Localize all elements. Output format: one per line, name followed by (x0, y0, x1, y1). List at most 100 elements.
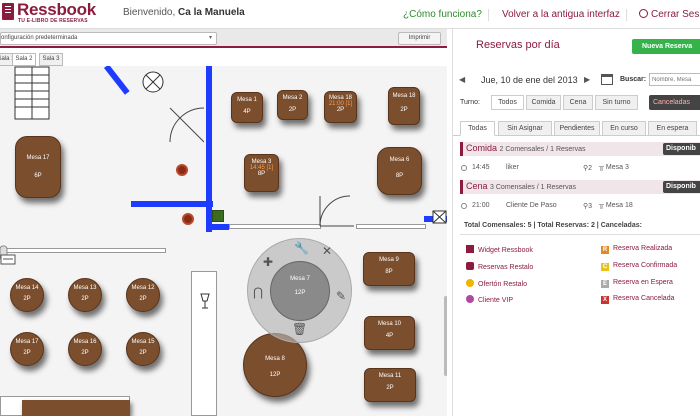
status-r-icon: R (601, 246, 609, 254)
logo-tagline: TU E-LIBRO DE RESERVAS (18, 18, 88, 24)
legend-widget: Widget Ressbook (466, 245, 533, 254)
reservation-row[interactable]: 21:00 Cliente De Paso ⚲3 ╥ Mesa 18 (461, 201, 700, 213)
restalo-icon (466, 262, 474, 270)
table-name: Mesa 11 (378, 373, 402, 379)
table-name: Mesa 2 (282, 95, 303, 101)
table-mesa-2[interactable]: Mesa 2 2P (277, 90, 308, 120)
tab-sala-3[interactable]: Sala 3 (39, 53, 63, 66)
table-name: Mesa 15 (131, 339, 155, 345)
filter-en-espera[interactable]: En espera (648, 121, 697, 136)
service-name: Cena 3 Comensales / 1 Reservas (466, 181, 576, 191)
door-icon (319, 195, 354, 227)
table-mesa-14[interactable]: Mesa 14 2P (10, 278, 44, 312)
table-mesa-12[interactable]: Mesa 12 2P (126, 278, 160, 312)
availability-button[interactable]: Disponib (663, 181, 700, 193)
date-navigator: ◀ Jue, 10 de ene del 2013 ▶ Buscar: (453, 72, 700, 89)
divider (460, 234, 700, 235)
table-mesa-17[interactable]: Mesa 17 6P (15, 136, 61, 198)
current-date: Jue, 10 de ene del 2013 (481, 75, 578, 85)
restaurant-name: Ca la Manuela (178, 7, 245, 18)
search-input[interactable] (649, 73, 700, 86)
glass-icon (200, 293, 210, 309)
how-it-works-link[interactable]: ¿Cómo funciona? (403, 9, 482, 20)
reservation-time: 21:00 (472, 202, 490, 209)
logout-label: Cerrar Sesi (651, 9, 700, 20)
table-mesa-11[interactable]: Mesa 11 2P (364, 368, 416, 402)
legend-label: Widget Ressbook (478, 247, 533, 254)
next-day-icon[interactable]: ▶ (584, 75, 590, 84)
shift-label: Turno: (460, 99, 480, 106)
wheel-table-mesa-7[interactable]: Mesa 7 12P (270, 261, 330, 321)
table-mesa-17[interactable]: Mesa 17 2P (10, 332, 44, 366)
table-mesa-6[interactable]: Mesa 6 8P (377, 147, 422, 195)
table-mesa-1[interactable]: Mesa 1 4P (231, 92, 263, 123)
legend-oferton: Ofertón Restalo (466, 279, 527, 288)
shift-sin-turno[interactable]: Sin turno (595, 95, 638, 110)
shift-filter: Turno: Todos Comida Cena Sin turno Cance… (453, 95, 700, 111)
config-select[interactable]: onfiguración predeterminada ▾ (0, 32, 217, 45)
reservation-radio[interactable] (461, 165, 467, 171)
old-interface-link[interactable]: Volver a la antigua interfaz (502, 9, 620, 20)
logo[interactable]: Ressbook (17, 0, 96, 20)
status-c-icon: C (601, 263, 609, 271)
filter-todas[interactable]: Todas (460, 121, 495, 136)
cancelled-button[interactable]: Canceladas (649, 95, 700, 110)
table-pax: 2P (139, 296, 147, 302)
filter-en-curso[interactable]: En curso (602, 121, 646, 136)
table-name: Mesa 7 (290, 276, 310, 282)
shift-cena[interactable]: Cena (563, 95, 593, 110)
table-mesa-18[interactable]: Mesa 18 2P (388, 87, 420, 125)
table-action-wheel: Mesa 7 12P 🔧 ✕ ✚ ⋂ ✎ 🗑 (247, 238, 352, 343)
status-filter-tabs: Todas Sin Asignar Pendientes En curso En… (453, 121, 700, 136)
legend-vip: Cliente VIP (466, 295, 513, 304)
legend-label: Reserva en Espera (613, 279, 673, 286)
shift-comida[interactable]: Comida (526, 95, 561, 110)
add-icon[interactable]: ✚ (261, 255, 275, 269)
table-pax: 2P (23, 350, 31, 356)
wall (131, 201, 213, 207)
table-mesa-15[interactable]: Mesa 15 2P (126, 332, 160, 366)
logout-button[interactable]: Cerrar Sesi (639, 9, 700, 20)
tab-sala-2[interactable]: Sala 2 (12, 53, 36, 66)
status-e-icon: E (601, 280, 609, 288)
wrench-icon[interactable]: 🔧 (294, 241, 309, 255)
plant-icon (182, 213, 194, 225)
calendar-icon[interactable] (601, 74, 613, 85)
close-icon[interactable]: ✕ (320, 244, 334, 258)
print-button[interactable]: Imprimir (398, 32, 441, 45)
reservation-pax: ⚲2 (583, 164, 592, 172)
table-mesa-9[interactable]: Mesa 9 8P (363, 252, 415, 286)
plant-icon (176, 164, 188, 176)
legend-cancelada: X Reserva Cancelada (601, 295, 674, 304)
table-mesa-18[interactable]: Mesa 18 21:00 [1] 2P (324, 91, 357, 123)
table-mesa-3[interactable]: Mesa 3 14:45 [1] 8P (244, 154, 279, 192)
magnet-icon[interactable]: ⋂ (251, 285, 265, 299)
shift-todos[interactable]: Todos (491, 95, 524, 110)
availability-button[interactable]: Disponib (663, 143, 700, 155)
table-mesa-13[interactable]: Mesa 13 2P (68, 278, 102, 312)
table-pax: 4P (243, 109, 251, 115)
table-mesa-16[interactable]: Mesa 16 2P (68, 332, 102, 366)
service-cena-header[interactable]: Cena 3 Comensales / 1 Reservas Disponib (460, 180, 700, 194)
wall (104, 66, 130, 95)
service-title: Comida (466, 143, 498, 153)
trash-icon[interactable]: 🗑 (292, 322, 307, 336)
floor-scrollbar[interactable] (444, 296, 447, 376)
table-name: Mesa 8 (265, 356, 285, 362)
pencil-icon[interactable]: ✎ (334, 289, 348, 303)
filter-pendientes[interactable]: Pendientes (554, 121, 600, 136)
filter-sin-asignar[interactable]: Sin Asignar (498, 121, 552, 136)
table-icon: ╥ (599, 164, 606, 171)
new-reservation-button[interactable]: Nueva Reserva (632, 39, 700, 54)
reservation-table-value: Mesa 3 (605, 164, 629, 171)
chevron-down-icon: ▾ (208, 35, 212, 41)
table-pax: 12P (294, 290, 306, 296)
table-name: Mesa 14 (15, 285, 39, 291)
table-mesa-10[interactable]: Mesa 10 4P (364, 316, 415, 350)
reservation-name: Cliente De Paso (506, 202, 557, 209)
legend-label: Ofertón Restalo (478, 281, 528, 288)
prev-day-icon[interactable]: ◀ (459, 75, 465, 84)
reservation-radio[interactable] (461, 203, 467, 209)
reservation-row[interactable]: 14:45 liker ⚲2 ╥ Mesa 3 (461, 163, 700, 175)
service-comida-header[interactable]: Comida 2 Comensales / 1 Reservas Disponi… (460, 142, 700, 156)
